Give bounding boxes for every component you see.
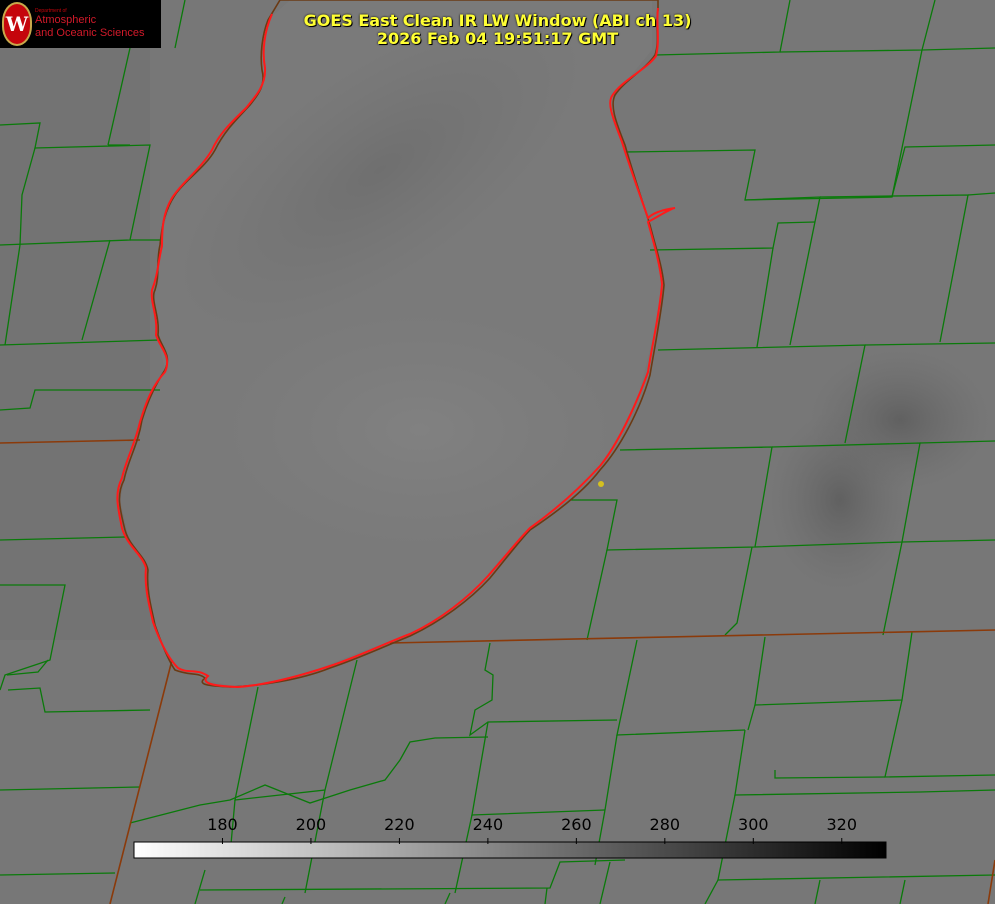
uw-aos-logo: W Department of Atmospheric and Oceanic … [0, 0, 161, 48]
colorbar-tick-label: 260 [561, 815, 592, 834]
location-marker [598, 481, 604, 487]
colorbar-tick-label: 280 [650, 815, 681, 834]
colorbar-tick-label: 220 [384, 815, 415, 834]
colorbar-gradient [133, 841, 887, 859]
ir-land-west [0, 40, 150, 640]
colorbar-tick-label: 300 [738, 815, 769, 834]
uw-seal-icon: W [2, 2, 32, 46]
logo-text-line2: and Oceanic Sciences [35, 27, 145, 39]
ir-dark-band-se [770, 410, 910, 590]
satellite-ir-map: 180 200 220 240 260 280 300 320 [0, 0, 995, 904]
colorbar-tick-label: 200 [296, 815, 327, 834]
colorbar-tick-label: 240 [473, 815, 504, 834]
logo-text-line1: Atmospheric [35, 14, 97, 26]
colorbar-tick-label: 320 [826, 815, 857, 834]
colorbar-tick-label: 180 [207, 815, 238, 834]
